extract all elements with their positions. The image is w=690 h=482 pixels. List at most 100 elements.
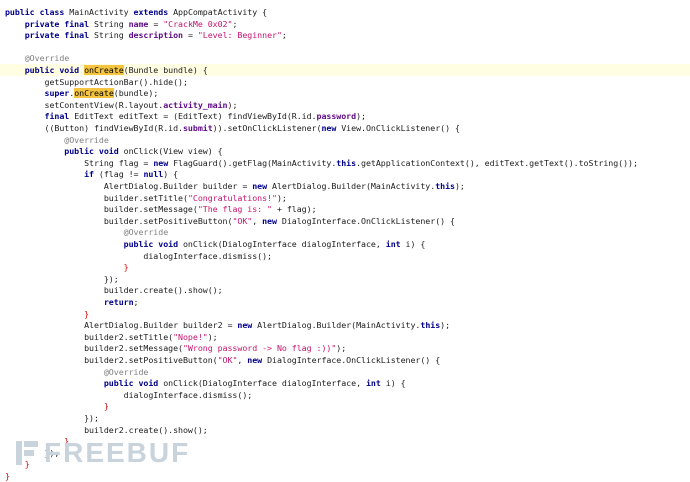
code-line[interactable]: public void onCreate(Bundle bundle) { [0, 64, 690, 76]
annotation: @Override [124, 227, 169, 237]
code-text: dialogInterface.dismiss(); [5, 251, 272, 261]
code-line[interactable]: builder2.setTitle("Nope!"); [0, 331, 690, 343]
code-text: }); [5, 274, 119, 284]
keyword-token: public void [124, 239, 183, 249]
code-line[interactable]: dialogInterface.dismiss(); [0, 389, 690, 401]
code-line[interactable]: @Override [0, 134, 690, 146]
annotation: @Override [104, 367, 149, 377]
code-line[interactable]: AlertDialog.Builder builder2 = new Alert… [0, 319, 690, 331]
code-line[interactable]: builder2.setMessage("Wrong password -> N… [0, 342, 690, 354]
code-line[interactable]: @Override [0, 366, 690, 378]
code-text [5, 88, 45, 98]
code-line[interactable]: public void onClick(View view) { [0, 145, 690, 157]
code-line[interactable]: }); [0, 273, 690, 285]
string-literal: "CrackMe 0x02" [163, 19, 232, 29]
code-line[interactable] [0, 41, 690, 53]
code-line[interactable]: builder2.create().show(); [0, 424, 690, 436]
code-text: builder.create().show(); [5, 285, 223, 295]
keyword-token: new [153, 158, 173, 168]
code-line[interactable]: private final String description = "Leve… [0, 29, 690, 41]
code-text: builder.setMessage( [5, 204, 198, 214]
closing-brace: } [104, 401, 109, 411]
code-text: setContentView(R.layout. [5, 100, 163, 110]
field-token: password [317, 111, 357, 121]
keyword-token: public void [104, 378, 163, 388]
code-line[interactable]: builder.setTitle("Congratulations!"); [0, 192, 690, 204]
code-line[interactable]: dialogInterface.dismiss(); [0, 250, 690, 262]
field-token: name [129, 19, 149, 29]
code-line[interactable]: public void onClick(DialogInterface dial… [0, 377, 690, 389]
field-token: submit [183, 123, 213, 133]
closing-brace: } [5, 471, 10, 481]
code-text: AlertDialog.Builder builder2 = [5, 320, 237, 330]
code-text: builder2.create().show(); [5, 425, 208, 435]
code-text: ); [208, 332, 218, 342]
keyword-token: super [45, 88, 70, 98]
code-line[interactable]: ((Button) findViewById(R.id.submit)).set… [0, 122, 690, 134]
keyword-token: extends [134, 7, 174, 17]
code-text: AlertDialog.Builder(MainActivity. [257, 320, 420, 330]
code-line[interactable]: } [0, 261, 690, 273]
string-literal: "OK" [218, 355, 238, 365]
code-text: builder.setTitle( [5, 193, 188, 203]
code-line[interactable]: public void onClick(DialogInterface dial… [0, 238, 690, 250]
string-literal: "Wrong password -> No flag :))" [183, 343, 336, 353]
keyword-token: new [252, 181, 272, 191]
code-line[interactable]: builder.setPositiveButton("OK", new Dial… [0, 215, 690, 227]
code-line[interactable]: AlertDialog.Builder builder = new AlertD… [0, 180, 690, 192]
code-editor[interactable]: public class MainActivity extends AppCom… [0, 0, 690, 477]
keyword-token: this [435, 181, 455, 191]
keyword-token: this [336, 158, 356, 168]
code-text: ; [134, 297, 139, 307]
keyword-token: final [45, 111, 75, 121]
code-text: ; [282, 30, 287, 40]
code-text [5, 378, 104, 388]
code-text: onClick(View view) { [124, 146, 223, 156]
keyword-token: int [386, 239, 406, 249]
code-text: + flag); [272, 204, 317, 214]
code-text: = [183, 30, 198, 40]
keyword-token: new [237, 320, 257, 330]
code-line[interactable]: getSupportActionBar().hide(); [0, 76, 690, 88]
code-line[interactable]: builder.create().show(); [0, 284, 690, 296]
code-line[interactable]: setContentView(R.layout.activity_main); [0, 99, 690, 111]
field-token: activity_main [163, 100, 227, 110]
code-line[interactable]: @Override [0, 52, 690, 64]
code-text: ); [336, 343, 346, 353]
code-text: i) { [386, 378, 406, 388]
code-line[interactable]: return; [0, 296, 690, 308]
code-line[interactable]: } [0, 470, 690, 482]
code-line[interactable]: }); [0, 412, 690, 424]
closing-brace: } [84, 309, 89, 319]
code-line[interactable]: @Override [0, 226, 690, 238]
code-text [5, 19, 25, 29]
code-text [5, 297, 104, 307]
code-line[interactable]: if (flag != null) { [0, 168, 690, 180]
code-line[interactable]: public class MainActivity extends AppCom… [0, 6, 690, 18]
code-text: .getApplicationContext(), editText.getTe… [356, 158, 638, 168]
keyword-token: if [84, 169, 99, 179]
code-text: String flag = [5, 158, 153, 168]
code-line[interactable]: builder2.setPositiveButton("OK", new Dia… [0, 354, 690, 366]
code-line[interactable]: String flag = new FlagGuard().getFlag(Ma… [0, 157, 690, 169]
code-text [5, 111, 45, 121]
code-text [5, 367, 104, 377]
code-line[interactable]: private final String name = "CrackMe 0x0… [0, 18, 690, 30]
string-literal: "Nope!" [173, 332, 208, 342]
code-line[interactable]: } [0, 400, 690, 412]
code-text [5, 53, 25, 63]
code-text: ((Button) findViewById(R.id. [5, 123, 183, 133]
code-line[interactable]: builder.setMessage("The flag is: " + fla… [0, 203, 690, 215]
code-text: }); [5, 413, 99, 423]
code-text [5, 227, 124, 237]
code-line[interactable]: super.onCreate(bundle); [0, 87, 690, 99]
code-line[interactable]: final EditText editText = (EditText) fin… [0, 110, 690, 122]
code-text: builder2.setTitle( [5, 332, 173, 342]
code-text: (Bundle bundle) { [124, 65, 208, 75]
code-text: builder2.setMessage( [5, 343, 183, 353]
code-text [5, 146, 64, 156]
code-text: ) { [163, 169, 178, 179]
keyword-token: this [420, 320, 440, 330]
code-text: ); [228, 100, 238, 110]
code-line[interactable]: } [0, 308, 690, 320]
